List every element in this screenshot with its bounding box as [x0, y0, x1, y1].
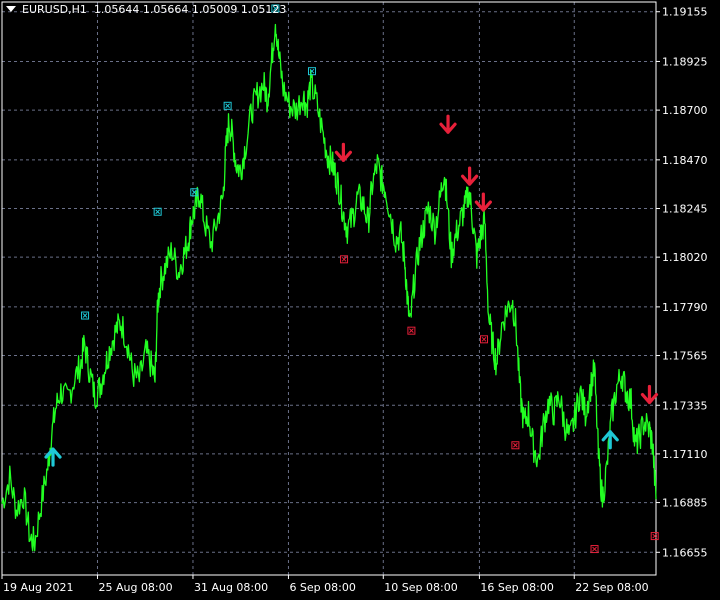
swing-high-marker-cross — [225, 103, 230, 109]
swing-low-marker-cross — [592, 546, 597, 552]
axes-layer — [1, 1, 657, 576]
symbol-label: EURUSD,H1 — [22, 3, 87, 16]
y-tick-label: 1.18700 — [662, 104, 708, 117]
swing-high-marker — [223, 101, 232, 110]
y-tick-label: 1.19155 — [662, 6, 708, 19]
swing-high-marker — [307, 67, 316, 76]
sell-arrow-icon — [439, 114, 457, 134]
sell-arrow-icon — [334, 142, 352, 162]
x-tick-label: 6 Sep 08:00 — [289, 581, 355, 594]
swing-low-marker — [407, 326, 416, 335]
y-tick-label: 1.18925 — [662, 55, 708, 68]
y-tick-label: 1.18470 — [662, 154, 708, 167]
marker-layer — [44, 4, 659, 554]
swing-low-marker — [650, 532, 659, 541]
y-tick-label: 1.16655 — [662, 546, 708, 559]
swing-low-marker-cross — [513, 442, 518, 448]
sell-arrow-icon — [461, 166, 479, 186]
sell-arrow-icon — [474, 192, 492, 212]
swing-low-marker-cross — [341, 256, 347, 262]
x-tick-label: 16 Sep 08:00 — [480, 581, 553, 594]
swing-low-marker-cross — [409, 328, 414, 334]
swing-low-marker-cross — [481, 336, 487, 342]
y-tick-label: 1.17790 — [662, 301, 708, 314]
dropdown-triangle-icon[interactable] — [6, 6, 16, 12]
x-tick-label: 25 Aug 08:00 — [98, 581, 172, 594]
price-chart[interactable]: 1.19155 1.18925 1.18700 1.18470 1.18245 1.180… — [0, 0, 720, 600]
y-tick-label: 1.17565 — [662, 350, 708, 363]
y-tick-label: 1.18020 — [662, 251, 708, 264]
plot-frame — [1, 1, 657, 576]
chart-window: EURUSD,H1 1.05644 1.05664 1.05009 1.0512… — [0, 0, 720, 600]
swing-high-marker — [81, 311, 90, 320]
x-tick-label: 22 Sep 08:00 — [575, 581, 648, 594]
y-tick-label: 1.17110 — [662, 448, 708, 461]
swing-high-marker-cross — [82, 313, 88, 318]
price-series-line — [1, 23, 657, 552]
y-tick-label: 1.16885 — [662, 497, 708, 510]
swing-low-marker — [511, 441, 520, 450]
buy-arrow-icon — [601, 430, 619, 450]
y-tick-label: 1.17335 — [662, 399, 708, 412]
x-tick-label: 31 Aug 08:00 — [194, 581, 268, 594]
x-tick-label: 19 Aug 2021 — [3, 581, 73, 594]
chart-header: EURUSD,H1 1.05644 1.05664 1.05009 1.0512… — [6, 3, 286, 16]
grid-layer — [2, 2, 656, 575]
x-tick-label: 10 Sep 08:00 — [384, 581, 457, 594]
swing-high-marker — [153, 207, 162, 216]
swing-low-marker — [479, 335, 488, 344]
swing-high-marker-cross — [155, 209, 161, 215]
sell-arrow-icon — [640, 384, 659, 405]
y-axis-ticks: 1.19155 1.18925 1.18700 1.18470 1.18245 1.180… — [656, 6, 708, 559]
ohlc-readout: 1.05644 1.05664 1.05009 1.05123 — [93, 3, 287, 16]
x-axis-ticks: 19 Aug 2021 25 Aug 08:00 31 Aug 08:00 6 Sep… — [1, 575, 649, 594]
y-tick-label: 1.18245 — [662, 202, 708, 215]
series-layer — [1, 23, 657, 552]
swing-low-marker — [590, 545, 599, 554]
